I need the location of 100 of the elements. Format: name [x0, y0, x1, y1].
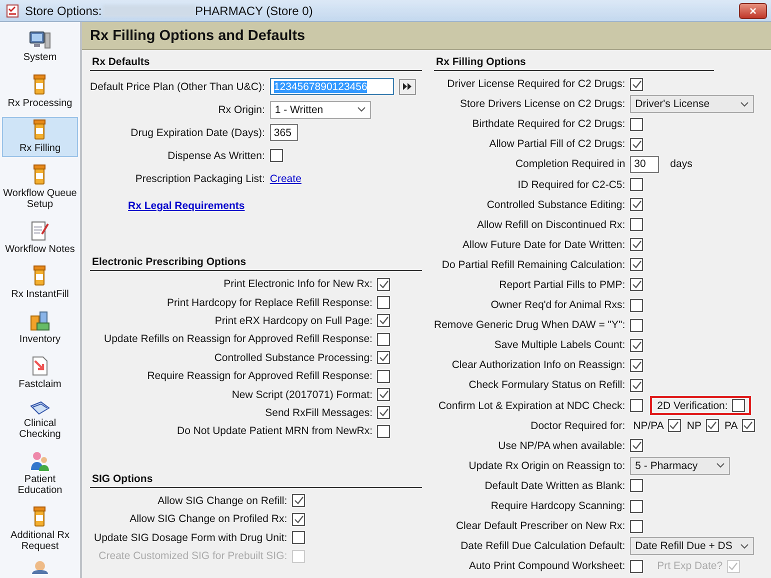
- checkbox[interactable]: [292, 512, 306, 526]
- option-label: NP/PA: [633, 420, 664, 432]
- option-label: Create Customized SIG for Prebuilt SIG:: [98, 550, 288, 562]
- checkbox[interactable]: [377, 370, 390, 383]
- days-field[interactable]: 30: [630, 156, 660, 173]
- checkbox[interactable]: [630, 138, 644, 151]
- checkbox[interactable]: [377, 388, 390, 402]
- document-icon: [30, 355, 50, 377]
- option-label: Update Refills on Reassign for Approved Refill Response:: [104, 333, 372, 346]
- store-name: PHARMACY (Store 0): [195, 4, 314, 18]
- checkbox[interactable]: [630, 278, 644, 292]
- sidebar-item[interactable]: Rx Processing: [2, 72, 78, 112]
- chevron-down-icon: [740, 102, 750, 107]
- checkbox[interactable]: [292, 531, 306, 544]
- unit-label: days: [670, 158, 692, 170]
- option-label: NP: [686, 420, 702, 432]
- sidebar-item[interactable]: Patient Education: [2, 448, 78, 499]
- checkbox[interactable]: [668, 419, 681, 432]
- sidebar-item[interactable]: System: [2, 28, 78, 67]
- checkbox[interactable]: [630, 318, 644, 332]
- page-title: Rx Filling Options and Defaults: [90, 28, 306, 44]
- checkbox[interactable]: [377, 351, 390, 364]
- option-label: Driver License Required for C2 Drugs:: [447, 78, 626, 90]
- person-icon: [29, 560, 51, 574]
- sidebar-item[interactable]: Fastclaim: [2, 353, 78, 393]
- checkbox[interactable]: [630, 500, 644, 513]
- option-label: New Script (2017071) Format:: [232, 388, 372, 401]
- close-button[interactable]: ×: [739, 2, 767, 18]
- checkbox[interactable]: [630, 238, 644, 252]
- sidebar-item[interactable]: Workflow Notes: [2, 218, 78, 258]
- section-title: Rx Defaults: [92, 56, 150, 68]
- checkbox[interactable]: [732, 399, 745, 412]
- option-label: Birthdate Required for C2 Drugs:: [472, 118, 626, 130]
- option-label: Auto Print Compound Worksheet:: [468, 560, 626, 572]
- option-label: Allow Partial Fill of C2 Drugs:: [489, 138, 626, 150]
- checkbox[interactable]: [377, 332, 390, 346]
- option-label: Require Reassign for Approved Refill Response:: [147, 370, 372, 382]
- checkbox[interactable]: [630, 358, 644, 372]
- legal-requirements-link[interactable]: Rx Legal Requirements: [128, 200, 245, 212]
- checkbox[interactable]: [630, 378, 644, 392]
- checkbox[interactable]: [377, 424, 390, 438]
- checkbox[interactable]: [630, 198, 644, 212]
- checkbox[interactable]: [630, 218, 644, 232]
- checkbox[interactable]: [630, 298, 644, 312]
- checkbox[interactable]: [377, 278, 390, 291]
- checkbox[interactable]: [630, 439, 644, 452]
- option-label: Clear Authorization Info on Reassign:: [452, 359, 626, 372]
- dropdown[interactable]: 5 - Pharmacy: [630, 456, 730, 475]
- option-label: PA: [724, 420, 738, 432]
- option-label: Prt Exp Date?: [657, 560, 723, 572]
- dropdown[interactable]: Driver's License: [630, 95, 754, 114]
- option-label: Allow SIG Change on Refill:: [158, 494, 288, 507]
- chevron-down-icon: [356, 107, 366, 112]
- checkbox[interactable]: [630, 118, 644, 131]
- create-link[interactable]: Create: [270, 172, 302, 184]
- section-title: Rx Filling Options: [436, 56, 526, 68]
- checkbox[interactable]: [270, 149, 283, 162]
- fast-forward-button[interactable]: [398, 78, 416, 94]
- option-label: Default Price Plan (Other Than U&C):: [90, 80, 265, 92]
- option-label: Clear Default Prescriber on New Rx:: [456, 520, 626, 532]
- window-title: Store Options:: [25, 4, 103, 18]
- option-label: Print Electronic Info for New Rx:: [224, 278, 372, 290]
- dropdown[interactable]: Date Refill Due + DS: [630, 537, 754, 556]
- dropdown[interactable]: 1 - Written: [270, 100, 371, 118]
- checkbox[interactable]: [377, 406, 390, 420]
- option-label: Controlled Substance Editing:: [486, 198, 626, 211]
- option-label: Date Refill Due Calculation Default:: [460, 540, 626, 552]
- sidebar-item[interactable]: Clinical Checking: [2, 398, 78, 443]
- checkbox[interactable]: [377, 296, 390, 310]
- checkbox[interactable]: [706, 419, 718, 432]
- checkbox[interactable]: [630, 258, 644, 272]
- checkbox[interactable]: [630, 399, 644, 412]
- checkbox[interactable]: [630, 479, 644, 492]
- checkbox[interactable]: [377, 314, 390, 328]
- option-label: Print eRX Hardcopy on Full Page:: [214, 314, 372, 327]
- bottles-icon: [29, 310, 51, 332]
- checkbox[interactable]: [630, 520, 644, 533]
- option-label: Require Hardcopy Scanning:: [490, 500, 626, 512]
- sidebar-item[interactable]: Rx Filling: [2, 117, 78, 157]
- checklist-icon: [6, 4, 19, 18]
- checkbox[interactable]: [630, 338, 644, 352]
- sidebar-item[interactable]: Rx InstantFill: [2, 263, 78, 303]
- option-label: Doctor Required for:: [530, 420, 626, 432]
- checkbox[interactable]: [630, 78, 644, 91]
- checkbox[interactable]: [630, 178, 644, 192]
- option-label: ID Required for C2-C5:: [518, 178, 626, 191]
- sidebar-item[interactable]: Additional Rx Request: [2, 504, 78, 555]
- option-label: Controlled Substance Processing:: [214, 352, 372, 364]
- sidebar-item[interactable]: Workflow Queue Setup: [2, 162, 78, 213]
- sidebar-item[interactable]: Inventory: [2, 308, 78, 348]
- chevron-down-icon: [740, 544, 750, 549]
- option-label: Update SIG Dosage Form with Drug Unit:: [94, 532, 288, 544]
- checkbox[interactable]: [292, 494, 306, 508]
- option-label: Remove Generic Drug When DAW = "Y":: [434, 319, 626, 332]
- checkbox[interactable]: [630, 560, 644, 573]
- checkbox[interactable]: [742, 419, 755, 432]
- notepad-icon: [30, 220, 50, 242]
- days-field[interactable]: 365: [270, 124, 298, 141]
- option-label: Report Partial Fills to PMP:: [499, 278, 626, 291]
- option-label: Save Multiple Labels Count:: [494, 339, 626, 352]
